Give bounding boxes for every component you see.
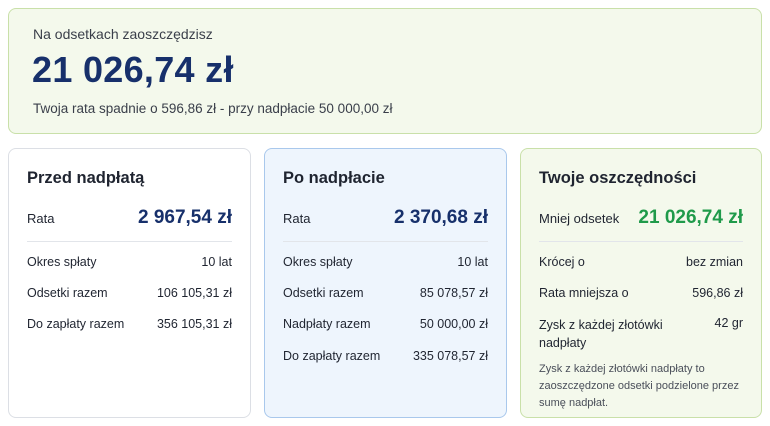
installment-value: 2 967,54 zł xyxy=(137,207,232,228)
after-overpayment-card: Po nadpłacie Rata 2 370,68 zł Okres spła… xyxy=(264,148,507,418)
before-overpayment-card: Przed nadpłatą Rata 2 967,54 zł Okres sp… xyxy=(8,148,251,418)
divider xyxy=(27,241,232,242)
detail-value: bez zmian xyxy=(686,255,743,269)
card-title: Przed nadpłatą xyxy=(27,169,145,187)
divider xyxy=(539,241,743,242)
less-interest-row: Mniej odsetek 21 026,74 zł xyxy=(539,203,743,233)
summary-label: Na odsetkach zaoszczędzisz xyxy=(33,26,213,42)
detail-label: Odsetki razem xyxy=(27,286,108,300)
detail-row: Nadpłaty razem 50 000,00 zł xyxy=(283,317,488,331)
less-interest-label: Mniej odsetek xyxy=(539,210,620,226)
detail-row: Zysk z każdej złotówki nadpłaty 42 gr xyxy=(539,316,743,352)
summary-amount: 21 026,74 zł xyxy=(32,49,234,90)
detail-row: Okres spłaty 10 lat xyxy=(283,255,488,269)
your-savings-card: Twoje oszczędności Mniej odsetek 21 026,… xyxy=(520,148,762,418)
detail-row: Krócej o bez zmian xyxy=(539,255,743,269)
detail-label: Do zapłaty razem xyxy=(283,349,381,363)
installment-value: 2 370,68 zł xyxy=(393,207,488,228)
detail-label: Okres spłaty xyxy=(27,255,97,269)
installment-label: Rata xyxy=(27,210,55,226)
detail-value: 106 105,31 zł xyxy=(156,286,232,300)
detail-value: 596,86 zł xyxy=(692,286,743,300)
detail-value: 356 105,31 zł xyxy=(156,317,232,331)
detail-label: Okres spłaty xyxy=(283,255,353,269)
installment-row: Rata 2 370,68 zł xyxy=(283,203,488,233)
detail-value: 50 000,00 zł xyxy=(419,317,488,331)
detail-label: Do zapłaty razem xyxy=(27,317,125,331)
detail-label: Odsetki razem xyxy=(283,286,364,300)
detail-value: 42 gr xyxy=(714,316,744,330)
divider xyxy=(283,241,488,242)
detail-value: 10 lat xyxy=(201,255,232,269)
installment-label: Rata xyxy=(283,210,311,226)
installment-row: Rata 2 967,54 zł xyxy=(27,203,232,233)
detail-row: Rata mniejsza o 596,86 zł xyxy=(539,286,743,300)
detail-value: 85 078,57 zł xyxy=(419,286,488,300)
card-title: Po nadpłacie xyxy=(283,169,385,187)
detail-value: 10 lat xyxy=(457,255,488,269)
savings-explanation-note: Zysk z każdej złotówki nadpłaty to zaosz… xyxy=(539,363,739,409)
detail-label: Rata mniejsza o xyxy=(539,286,629,300)
detail-label: Zysk z każdej złotówki nadpłaty xyxy=(539,318,663,350)
detail-label: Krócej o xyxy=(539,255,585,269)
detail-value: 335 078,57 zł xyxy=(412,349,488,363)
detail-row: Do zapłaty razem 335 078,57 zł xyxy=(283,349,488,363)
savings-summary-banner: Na odsetkach zaoszczędzisz 21 026,74 zł … xyxy=(8,8,762,134)
detail-row: Odsetki razem 106 105,31 zł xyxy=(27,286,232,300)
detail-row: Do zapłaty razem 356 105,31 zł xyxy=(27,317,232,331)
detail-row: Okres spłaty 10 lat xyxy=(27,255,232,269)
detail-label: Nadpłaty razem xyxy=(283,317,371,331)
detail-row: Odsetki razem 85 078,57 zł xyxy=(283,286,488,300)
card-title: Twoje oszczędności xyxy=(539,169,697,187)
less-interest-value: 21 026,74 zł xyxy=(638,207,743,228)
summary-subtitle: Twoja rata spadnie o 596,86 zł - przy na… xyxy=(33,101,393,116)
